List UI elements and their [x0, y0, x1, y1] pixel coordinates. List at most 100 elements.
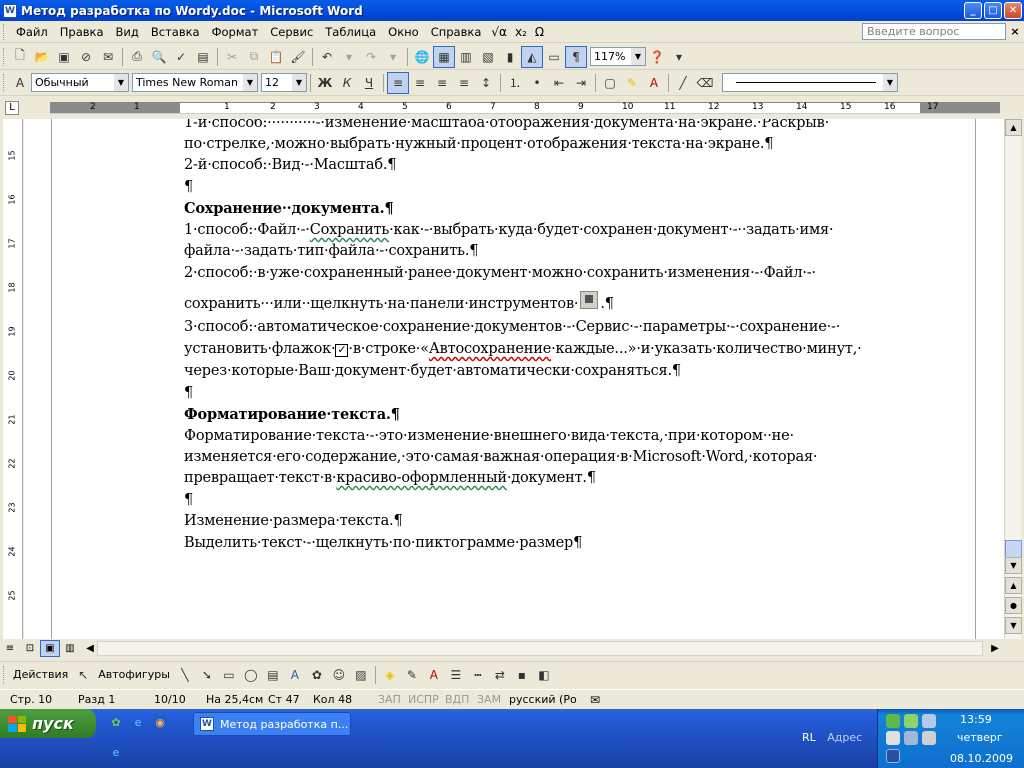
next-page-icon[interactable]: ▼	[1005, 617, 1022, 634]
minimize-button[interactable]: _	[964, 2, 982, 19]
style-combo[interactable]: Обычный ▼	[31, 73, 129, 92]
text-line[interactable]: 2·способ:·в·уже·сохраненный·ранее·докуме…	[184, 263, 816, 284]
paste-icon[interactable]: 📋	[265, 46, 287, 68]
decrease-indent-icon[interactable]: ⇤	[548, 72, 570, 94]
line-icon[interactable]: ╲	[174, 664, 196, 686]
oval-icon[interactable]: ◯	[240, 664, 262, 686]
arrow-style-icon[interactable]: ⇄	[489, 664, 511, 686]
previous-page-icon[interactable]: ▲	[1005, 577, 1022, 594]
menu-file[interactable]: Файл	[10, 25, 54, 39]
toolbar-grip[interactable]	[3, 665, 6, 684]
border-icon[interactable]: ▢	[599, 72, 621, 94]
web-view-icon[interactable]: ⊡	[20, 640, 40, 657]
columns-icon[interactable]: ▮	[499, 46, 521, 68]
tray-shield-icon[interactable]	[904, 714, 918, 728]
menu-insert[interactable]: Вставка	[145, 25, 206, 39]
styles-pane-icon[interactable]: A	[9, 72, 31, 94]
undo-dropdown-icon[interactable]: ▾	[338, 46, 360, 68]
dash-style-icon[interactable]: ┅	[467, 664, 489, 686]
status-overtype[interactable]: ЗАМ	[477, 693, 501, 706]
arrow-icon[interactable]: ➘	[196, 664, 218, 686]
status-track-changes[interactable]: ИСПР	[408, 693, 439, 706]
increase-indent-icon[interactable]: ⇥	[570, 72, 592, 94]
align-left-icon[interactable]: ≡	[387, 71, 409, 94]
insert-table-icon[interactable]: ▥	[455, 46, 477, 68]
close-button[interactable]: ✕	[1004, 2, 1022, 19]
tray-network-icon[interactable]	[886, 714, 900, 728]
heading-formatting[interactable]: Форматирование·текста.¶	[184, 404, 400, 425]
language-indicator[interactable]: RL	[802, 731, 816, 744]
text-line[interactable]: изменяется·его·содержание,·это·самая·важ…	[184, 447, 818, 468]
grammar-marked-word[interactable]: Сохранить	[310, 222, 390, 238]
redo-dropdown-icon[interactable]: ▾	[382, 46, 404, 68]
wordart-icon[interactable]: A	[284, 664, 306, 686]
document-map-icon[interactable]: ▭	[543, 46, 565, 68]
email-icon[interactable]: ✉	[97, 46, 119, 68]
fill-color-icon[interactable]: ◈	[379, 664, 401, 686]
menu-grip[interactable]	[3, 23, 6, 40]
text-line[interactable]: Выделить·текст·-·щелкнуть·по·пиктограмме…	[184, 533, 582, 554]
chevron-down-icon[interactable]: ▼	[631, 48, 645, 65]
toolbar-options-icon[interactable]: ▾	[668, 46, 690, 68]
text-line[interactable]: сохранить···или··щелкнуть·на·панели·инст…	[184, 291, 614, 315]
rectangle-icon[interactable]: ▭	[218, 664, 240, 686]
chevron-down-icon[interactable]: ▼	[292, 74, 306, 91]
toolbar-grip[interactable]	[3, 47, 6, 66]
tray-usb-icon[interactable]	[904, 731, 918, 745]
text-line[interactable]: 1-й·способ:···········-·изменение·масшта…	[184, 119, 829, 134]
eraser-icon[interactable]: ⌫	[694, 72, 716, 94]
insert-excel-icon[interactable]: ▧	[477, 46, 499, 68]
status-record[interactable]: ЗАП	[378, 693, 401, 706]
chevron-down-icon[interactable]: ▼	[883, 74, 897, 91]
line-color-icon[interactable]: ✎	[401, 664, 423, 686]
numbering-icon[interactable]: ⒈	[504, 72, 526, 94]
clipart-icon[interactable]: ☺	[328, 664, 350, 686]
document-close-button[interactable]: ×	[1006, 25, 1024, 38]
print-preview-icon[interactable]: 🔍	[148, 46, 170, 68]
scroll-down-icon[interactable]: ▼	[1005, 557, 1022, 574]
chevron-down-icon[interactable]: ▼	[114, 74, 128, 91]
shadow-style-icon[interactable]: ▪	[511, 664, 533, 686]
vertical-ruler[interactable]: 15 16 17 18 19 20 21 22 23 24 25	[3, 119, 23, 639]
picture-icon[interactable]: ▨	[350, 664, 372, 686]
undo-icon[interactable]: ↶	[316, 46, 338, 68]
toolbar-grip[interactable]	[3, 73, 6, 92]
spelling-status-icon[interactable]: ✉	[590, 693, 600, 707]
line-spacing-icon[interactable]: ↕	[475, 72, 497, 94]
justify-icon[interactable]: ≡	[453, 72, 475, 94]
ruler-track[interactable]: 2 1 1 2 3 4 5 6 7 8 9 10 11 12 13 14 15 …	[50, 102, 1000, 114]
scroll-right-icon[interactable]: ▶	[985, 640, 1005, 657]
heading-saving[interactable]: Сохранение··документа.¶	[184, 198, 394, 219]
tray-media-icon[interactable]	[886, 749, 900, 763]
taskbar-word-button[interactable]: W Метод разработка п...	[193, 712, 351, 736]
quick-launch-media-icon[interactable]: ◉	[152, 714, 168, 730]
text-line[interactable]: превращает·текст·в·красиво-оформленный·д…	[184, 468, 596, 489]
select-browse-object-icon[interactable]: ●	[1005, 597, 1022, 614]
menu-table[interactable]: Таблица	[319, 25, 382, 39]
font-color-icon[interactable]: A	[423, 664, 445, 686]
3d-style-icon[interactable]: ◧	[533, 664, 555, 686]
line-style-icon[interactable]: ☰	[445, 664, 467, 686]
tray-sync-icon[interactable]	[922, 731, 936, 745]
text-line[interactable]: через·которые·Ваш·документ·будет·автомат…	[184, 361, 681, 382]
new-icon[interactable]: 🗋	[9, 46, 31, 68]
word-app-icon[interactable]: W	[3, 3, 17, 18]
start-button[interactable]: пуск	[0, 709, 96, 738]
text-line[interactable]: ¶	[184, 177, 193, 198]
address-toolbar[interactable]: RL Адрес	[802, 731, 862, 744]
grammar-marked-word[interactable]: красиво-оформленный	[336, 470, 507, 486]
quick-launch-explorer-icon[interactable]: e	[108, 744, 124, 760]
menu-window[interactable]: Окно	[382, 25, 425, 39]
clock-time[interactable]: 13:59	[960, 713, 992, 726]
status-extend[interactable]: ВДП	[445, 693, 469, 706]
menu-view[interactable]: Вид	[110, 25, 145, 39]
save-icon[interactable]: ▣	[53, 46, 75, 68]
document-area[interactable]: 1-й·способ:···········-·изменение·масшта…	[24, 119, 1004, 639]
align-center-icon[interactable]: ≡	[409, 72, 431, 94]
normal-view-icon[interactable]: ≡	[0, 640, 20, 657]
vertical-scrollbar[interactable]: ▲ ▼ ▲ ● ▼	[1004, 119, 1022, 639]
text-line[interactable]: 2-й·способ:·Вид·-·Масштаб.¶	[184, 155, 396, 176]
equation-icon[interactable]: √α	[487, 25, 511, 39]
horizontal-ruler[interactable]: L 2 1 1 2 3 4 5 6 7 8 9 10 11 12 13 14 1…	[0, 97, 1024, 119]
menu-help[interactable]: Справка	[425, 25, 488, 39]
